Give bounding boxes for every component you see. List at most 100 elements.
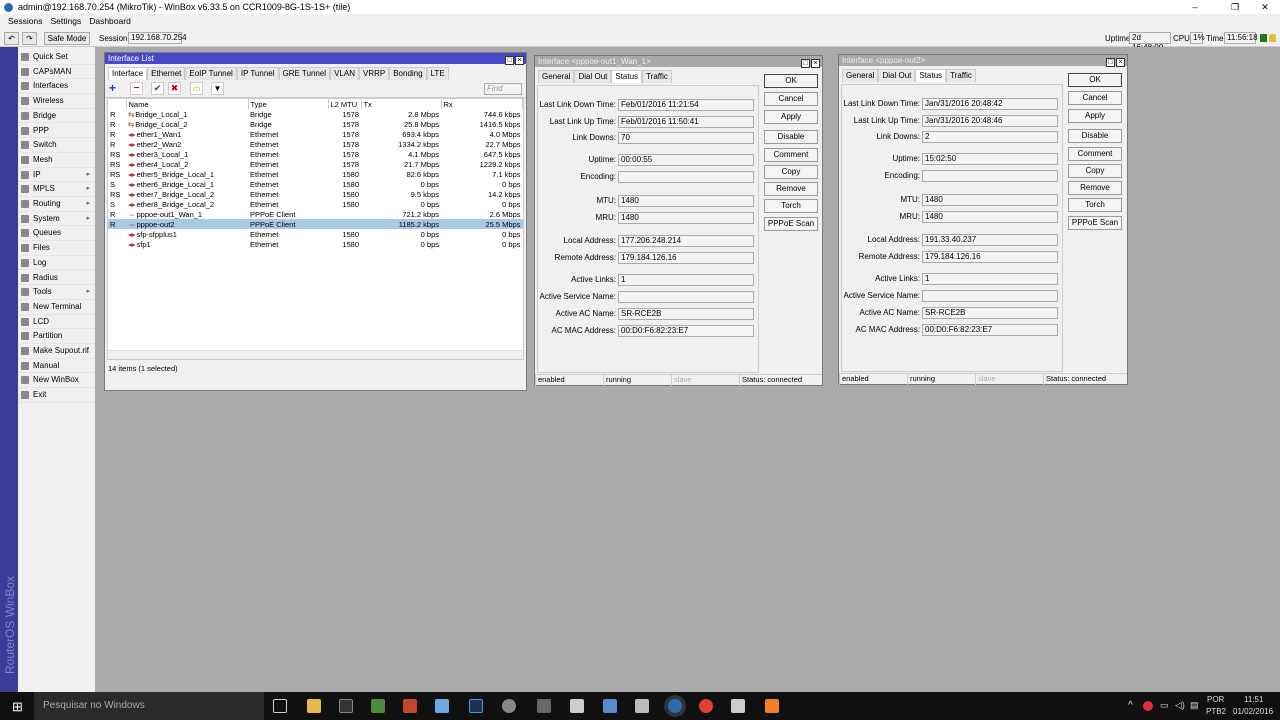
table-row[interactable]: R ⇔pppoe-out2 PPPoE Client 1185.2 kbps 25.5 …: [108, 219, 523, 229]
sidebar-item-capsman[interactable]: CAPsMAN: [18, 65, 95, 80]
ok-button[interactable]: OK: [764, 74, 818, 88]
undo-button[interactable]: ↶: [4, 32, 19, 45]
last-link-down-time-value[interactable]: Jan/31/2016 20:48:42: [922, 98, 1058, 110]
volume-icon[interactable]: ◁): [1175, 700, 1185, 711]
tab-lte[interactable]: LTE: [426, 67, 449, 80]
maximize-icon[interactable]: □: [1106, 58, 1115, 67]
task-view-icon[interactable]: [273, 699, 287, 713]
photoshop-icon[interactable]: [469, 699, 483, 713]
sidebar-item-lcd[interactable]: LCD: [18, 315, 95, 330]
comment-button[interactable]: Comment: [1068, 147, 1122, 161]
add-icon[interactable]: +: [109, 82, 127, 95]
table-row[interactable]: RS ◂▸ether7_Bridge_Local_2 Ethernet 1580 9.5…: [108, 189, 523, 199]
app-icon[interactable]: [603, 699, 617, 713]
sidebar-item-radius[interactable]: Radius: [18, 271, 95, 286]
uptime-value[interactable]: 15:02:50: [922, 153, 1058, 165]
tab-dial-out[interactable]: Dial Out: [574, 70, 612, 83]
menu-settings[interactable]: Settings: [51, 16, 82, 26]
active-ac-name-value[interactable]: SR-RCE2B: [922, 307, 1058, 319]
column-header-name[interactable]: Name: [126, 99, 249, 109]
sidebar-item-make-supout-rif[interactable]: Make Supout.rif: [18, 344, 95, 359]
table-row[interactable]: S ◂▸ether8_Bridge_Local_2 Ethernet 1580 0 bp…: [108, 199, 523, 209]
tab-bonding[interactable]: Bonding: [389, 67, 427, 80]
safe-mode-button[interactable]: Safe Mode: [44, 32, 90, 45]
tab-vrrp[interactable]: VRRP: [358, 67, 390, 80]
dialog-titlebar[interactable]: Interface <pppoe-out1_Wan_1> □ ×: [535, 56, 822, 68]
filter-icon[interactable]: ▼: [211, 82, 224, 95]
language-code[interactable]: POR: [1207, 695, 1224, 704]
active-service-name-value[interactable]: [922, 290, 1058, 302]
cancel-button[interactable]: Cancel: [1068, 91, 1122, 105]
sidebar-item-new-terminal[interactable]: New Terminal: [18, 300, 95, 315]
box-icon[interactable]: [435, 699, 449, 713]
file-explorer-icon[interactable]: [307, 699, 321, 713]
app-icon[interactable]: [371, 699, 385, 713]
last-link-up-time-value[interactable]: Jan/31/2016 20:48:46: [922, 115, 1058, 127]
close-icon[interactable]: ×: [811, 59, 820, 68]
clock-time[interactable]: 11:51: [1244, 695, 1263, 704]
encoding-value[interactable]: [922, 170, 1058, 182]
tab-status[interactable]: Status: [915, 69, 947, 82]
ac-mac-address-value[interactable]: 00:D0:F6:82:23:E7: [618, 325, 754, 337]
mtu-value[interactable]: 1480: [618, 195, 754, 207]
maximize-icon[interactable]: □: [505, 56, 514, 65]
sidebar-item-routing[interactable]: Routing ▸: [18, 197, 95, 212]
remote-address-value[interactable]: 179.184.126.16: [922, 251, 1058, 263]
sidebar-item-tools[interactable]: Tools ▸: [18, 285, 95, 300]
sidebar-item-wireless[interactable]: Wireless: [18, 94, 95, 109]
tab-eoip-tunnel[interactable]: EoIP Tunnel: [185, 67, 237, 80]
sidebar-item-log[interactable]: Log: [18, 256, 95, 271]
link-downs-value[interactable]: 70: [618, 132, 754, 144]
winbox-taskbar-icon[interactable]: [668, 699, 682, 713]
mru-value[interactable]: 1480: [618, 212, 754, 224]
sidebar-item-mpls[interactable]: MPLS ▸: [18, 182, 95, 197]
maximize-icon[interactable]: □: [801, 59, 810, 68]
notifications-icon[interactable]: ▤: [1190, 700, 1199, 711]
column-header-tx[interactable]: Tx: [361, 99, 442, 109]
menu-sessions[interactable]: Sessions: [8, 16, 43, 26]
tab-ethernet[interactable]: Ethernet: [147, 67, 186, 80]
dialog-titlebar[interactable]: Interface <pppoe-out2> □ ×: [839, 55, 1127, 67]
clock-date[interactable]: 01/02/2016: [1233, 707, 1273, 716]
app-icon[interactable]: [765, 699, 779, 713]
chrome-icon[interactable]: [699, 699, 713, 713]
active-links-value[interactable]: 1: [922, 273, 1058, 285]
tab-status[interactable]: Status: [611, 70, 643, 83]
local-address-value[interactable]: 191.33.40.237: [922, 234, 1058, 246]
sidebar-item-system[interactable]: System ▸: [18, 212, 95, 227]
keyboard-layout[interactable]: PTB2: [1206, 707, 1226, 716]
sidebar-item-ip[interactable]: IP ▸: [18, 168, 95, 183]
taskbar-search-input[interactable]: Pesquisar no Windows: [34, 692, 264, 720]
tab-general[interactable]: General: [842, 69, 879, 82]
maximize-button[interactable]: ❐: [1220, 0, 1250, 14]
powerpoint-icon[interactable]: [403, 699, 417, 713]
link-downs-value[interactable]: 2: [922, 131, 1058, 143]
column-header-type[interactable]: Type: [248, 99, 329, 109]
sidebar-item-queues[interactable]: Queues: [18, 226, 95, 242]
app-icon[interactable]: [570, 699, 584, 713]
last-link-down-time-value[interactable]: Feb/01/2016 11:21:54: [618, 99, 754, 111]
table-row[interactable]: R ◂▸ether2_Wan2 Ethernet 1578 1334.2 kbps 22.…: [108, 139, 523, 149]
disable-icon[interactable]: ✖: [168, 82, 181, 95]
app-icon[interactable]: [635, 699, 649, 713]
sidebar-item-exit[interactable]: Exit: [18, 388, 95, 403]
sidebar-item-partition[interactable]: Partition: [18, 329, 95, 344]
tab-traffic[interactable]: Traffic: [642, 70, 672, 83]
tab-dial-out[interactable]: Dial Out: [878, 69, 916, 82]
session-field[interactable]: 192.168.70.254: [128, 32, 187, 44]
ok-button[interactable]: OK: [1068, 73, 1122, 87]
column-header-flags[interactable]: [108, 99, 127, 109]
tab-general[interactable]: General: [538, 70, 575, 83]
active-ac-name-value[interactable]: SR-RCE2B: [618, 308, 754, 320]
app-icon[interactable]: [502, 699, 516, 713]
find-input[interactable]: Find: [484, 83, 522, 95]
column-header-l2-mtu[interactable]: L2 MTU: [328, 99, 362, 109]
last-link-up-time-value[interactable]: Feb/01/2016 11:50:41: [618, 116, 754, 128]
table-row[interactable]: R ⇔pppoe-out1_Wan_1 PPPoE Client 721.2 kbps…: [108, 209, 523, 219]
close-icon[interactable]: ×: [515, 56, 524, 65]
encoding-value[interactable]: [618, 171, 754, 183]
app-icon[interactable]: [731, 699, 745, 713]
tray-app-icon[interactable]: [1143, 701, 1153, 711]
local-address-value[interactable]: 177.206.248.214: [618, 235, 754, 247]
table-row[interactable]: S ◂▸ether6_Bridge_Local_1 Ethernet 1580 0 bp…: [108, 179, 523, 189]
